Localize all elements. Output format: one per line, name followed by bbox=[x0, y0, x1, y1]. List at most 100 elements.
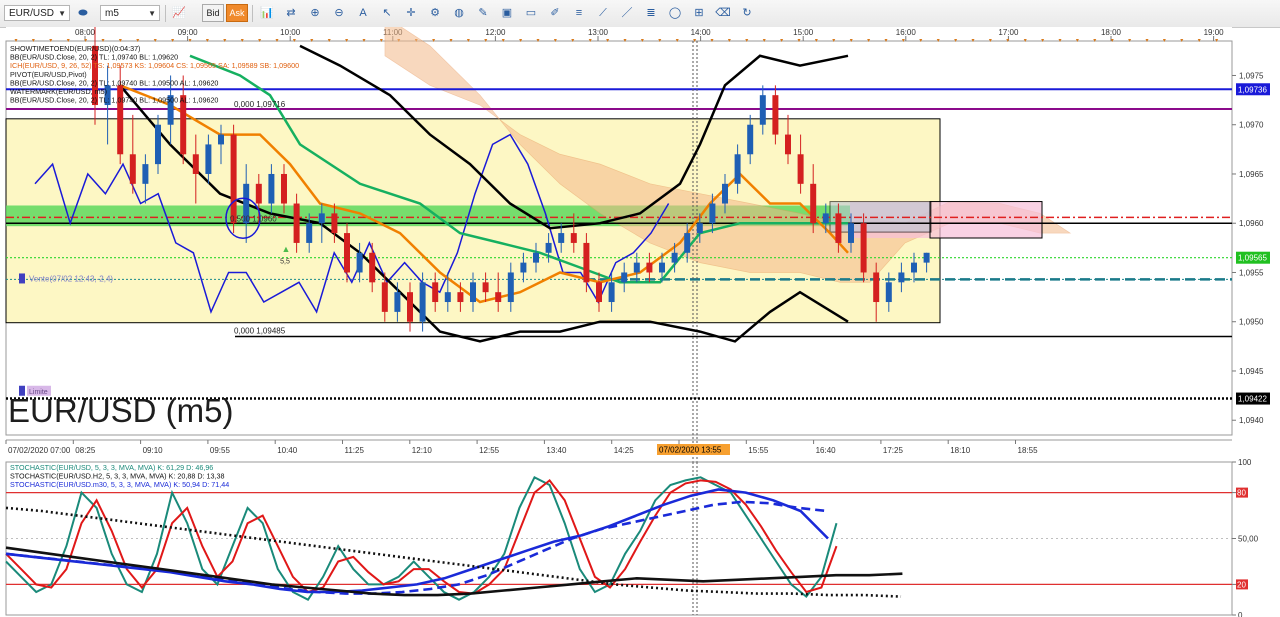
top-marker: ▾ bbox=[1198, 38, 1201, 44]
candle-body bbox=[860, 223, 867, 273]
line-icon[interactable]: ／ bbox=[618, 4, 636, 22]
candle-body bbox=[293, 203, 300, 243]
settings-icon[interactable]: ⚙ bbox=[426, 4, 444, 22]
x-tick-label: 18:55 bbox=[1018, 446, 1039, 455]
stoch-tick-label: 80 bbox=[1237, 489, 1246, 498]
legend-line: BB(EUR/USD.Close, 20, 2) TL: 1,09740 BL:… bbox=[10, 96, 218, 105]
globe-icon[interactable]: ◍ bbox=[450, 4, 468, 22]
line-chart-icon[interactable]: 📈 bbox=[170, 4, 188, 22]
candle-body bbox=[306, 223, 313, 243]
top-tick-label: 13:00 bbox=[588, 28, 609, 37]
ask-button[interactable]: Ask bbox=[226, 4, 248, 22]
list-icon[interactable]: ≡ bbox=[570, 4, 588, 22]
bid-button[interactable]: Bid bbox=[202, 4, 224, 22]
candle-body bbox=[482, 282, 489, 293]
x-tick-label: 13:40 bbox=[546, 446, 567, 455]
zoom-out-icon[interactable]: ⊖ bbox=[330, 4, 348, 22]
order-label: Vente(07/02 12:43,-2,4) bbox=[29, 274, 113, 283]
fib-label: 0,500 1,0960 bbox=[230, 214, 277, 223]
candle-body bbox=[608, 282, 615, 303]
candle-body bbox=[520, 262, 527, 273]
candle-body bbox=[281, 173, 287, 204]
top-tick-label: 17:00 bbox=[998, 28, 1019, 37]
top-tick-label: 18:00 bbox=[1101, 28, 1122, 37]
chart-area[interactable]: 08:0009:0010:0011:0012:0013:0014:0015:00… bbox=[0, 27, 1280, 617]
top-marker: ▾ bbox=[989, 38, 992, 44]
candle-body bbox=[457, 292, 464, 303]
top-marker: ▾ bbox=[728, 38, 731, 44]
top-marker: ▾ bbox=[206, 38, 209, 44]
top-marker: ▾ bbox=[1128, 38, 1131, 44]
top-marker: ▾ bbox=[171, 38, 174, 44]
top-marker: ▾ bbox=[1215, 38, 1218, 44]
top-marker: ▾ bbox=[519, 38, 522, 44]
top-marker: ▾ bbox=[258, 38, 261, 44]
symbol-select[interactable]: EUR/USD ▼ bbox=[4, 5, 70, 21]
candle-body bbox=[533, 252, 539, 263]
top-marker: ▾ bbox=[380, 38, 383, 44]
y-tick-label: 1,0940 bbox=[1239, 416, 1264, 425]
top-tick-label: 10:00 bbox=[280, 28, 301, 37]
candle-body bbox=[129, 154, 136, 184]
ellipse-icon[interactable]: ◯ bbox=[666, 4, 684, 22]
grid-icon[interactable]: ⊞ bbox=[690, 4, 708, 22]
x-tick-label: 12:55 bbox=[479, 446, 500, 455]
x-tick-label: 09:10 bbox=[143, 446, 164, 455]
candle-body bbox=[848, 223, 854, 243]
x-tick-label: 07/02/2020 07:00 bbox=[8, 446, 71, 455]
separator bbox=[252, 5, 253, 22]
chevron-down-icon: ▼ bbox=[58, 9, 66, 18]
watermark-title: EUR/USD (m5) bbox=[8, 392, 234, 429]
top-marker: ▾ bbox=[867, 38, 870, 44]
x-tick-label: 18:10 bbox=[950, 446, 971, 455]
text-icon[interactable]: A bbox=[354, 4, 372, 22]
top-marker: ▾ bbox=[328, 38, 331, 44]
top-marker: ▾ bbox=[1024, 38, 1027, 44]
line-chart-icon[interactable]: 📊 bbox=[258, 4, 276, 22]
candle-body bbox=[432, 282, 439, 303]
timeframe-select[interactable]: m5 ▼ bbox=[100, 5, 160, 21]
candle-body bbox=[822, 213, 829, 224]
candle-body bbox=[873, 272, 880, 303]
candle-body bbox=[911, 262, 917, 273]
candle-body bbox=[419, 282, 426, 322]
eraser-icon[interactable]: ⌫ bbox=[714, 4, 732, 22]
candle-body bbox=[785, 134, 791, 155]
x-tick-label: 09:55 bbox=[210, 446, 231, 455]
fibonacci-icon[interactable]: ≣ bbox=[642, 4, 660, 22]
candle-body bbox=[407, 292, 413, 322]
cursor-icon[interactable]: ↖ bbox=[378, 4, 396, 22]
timeframe-value: m5 bbox=[105, 8, 119, 19]
price-panel[interactable]: 08:0009:0010:0011:0012:0013:0014:0015:00… bbox=[5, 27, 1280, 465]
window-icon[interactable]: ▭ bbox=[522, 4, 540, 22]
toggle-icon[interactable]: ⇄ bbox=[282, 4, 300, 22]
crosshair-icon[interactable]: ✛ bbox=[402, 4, 420, 22]
draw-icon[interactable]: ✐ bbox=[546, 4, 564, 22]
y-tick-label: 1,0960 bbox=[1239, 219, 1264, 228]
candle-body bbox=[583, 242, 590, 283]
top-marker: ▾ bbox=[641, 38, 644, 44]
pencil-icon[interactable]: ✎ bbox=[474, 4, 492, 22]
top-tick-label: 19:00 bbox=[1204, 28, 1225, 37]
top-marker: ▾ bbox=[589, 38, 592, 44]
top-marker: ▾ bbox=[919, 38, 922, 44]
candle-body bbox=[205, 144, 212, 174]
zoom-in-icon[interactable]: ⊕ bbox=[306, 4, 324, 22]
trend-line-icon[interactable]: ⟋ bbox=[594, 4, 612, 22]
y-tick-label: 1,0950 bbox=[1239, 318, 1264, 327]
toggle-icon[interactable]: ⬬ bbox=[74, 4, 92, 22]
top-marker: ▾ bbox=[832, 38, 835, 44]
fib-label: 0,000 1,09716 bbox=[234, 100, 286, 109]
top-marker: ▾ bbox=[1006, 38, 1009, 44]
stochastic-panel[interactable]: STOCHASTIC(EUR/USD, 5, 3, 3, MVA, MVA) K… bbox=[5, 458, 1280, 617]
refresh-icon[interactable]: ↻ bbox=[738, 4, 756, 22]
y-tick-label: 1,0975 bbox=[1239, 71, 1264, 80]
x-tick-label: 11:25 bbox=[345, 446, 365, 455]
top-marker: ▾ bbox=[971, 38, 974, 44]
image-icon[interactable]: ▣ bbox=[498, 4, 516, 22]
candle-body bbox=[255, 183, 262, 204]
candle-body bbox=[734, 154, 741, 184]
candle-body bbox=[381, 282, 388, 312]
top-marker: ▾ bbox=[275, 38, 278, 44]
candle-body bbox=[268, 173, 275, 204]
